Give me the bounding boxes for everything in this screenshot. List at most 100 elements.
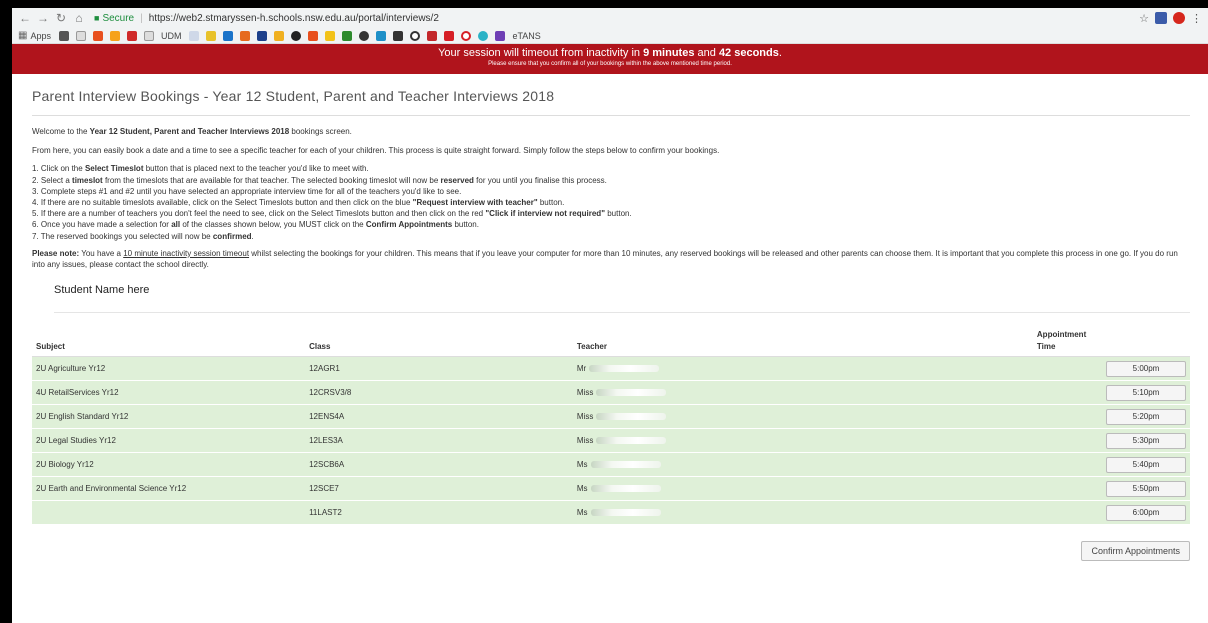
step-item: 6. Once you have made a selection for al… bbox=[32, 220, 479, 230]
header-time: Appointment Time bbox=[1032, 324, 1102, 358]
bookmark-icon[interactable] bbox=[75, 30, 86, 41]
timeslot-button[interactable]: 5:30pm bbox=[1106, 432, 1186, 449]
cell-class: 12SCE7 bbox=[309, 483, 339, 493]
timeslot-button[interactable]: 5:00pm bbox=[1106, 360, 1186, 377]
reload-icon[interactable]: ↻ bbox=[54, 11, 68, 25]
cell-teacher: Miss bbox=[573, 381, 1033, 405]
step-item: 1. Click on the Select Timeslot button t… bbox=[32, 164, 369, 174]
url-text: https://web2.stmaryssen-h.schools.nsw.ed… bbox=[148, 12, 439, 24]
redacted-name bbox=[590, 485, 661, 493]
table-row: 2U Biology Yr12 12SCB6A Ms 5:40pm bbox=[32, 452, 1190, 477]
browser-window: ← → ↻ ⌂ ■ Secure | https://web2.stmaryss… bbox=[12, 8, 1208, 623]
redacted-name bbox=[589, 365, 660, 373]
bookmark-icon[interactable] bbox=[240, 30, 251, 41]
cell-class: 12ENS4A bbox=[309, 411, 345, 421]
bookmark-icon[interactable] bbox=[444, 30, 455, 41]
timeslot-button[interactable]: 5:10pm bbox=[1106, 384, 1186, 401]
redacted-name bbox=[590, 461, 661, 469]
bookmark-icon[interactable] bbox=[308, 30, 319, 41]
cell-teacher: Ms bbox=[573, 453, 1033, 477]
student-name: Student Name here bbox=[54, 283, 1190, 313]
bookmark-icon[interactable] bbox=[342, 30, 353, 41]
bookmark-icon[interactable] bbox=[126, 30, 137, 41]
bookmark-icon[interactable] bbox=[478, 30, 489, 41]
bookings-table: Subject Class Teacher Appointment Time 2… bbox=[32, 324, 1190, 525]
menu-icon[interactable]: ⋮ bbox=[1191, 12, 1202, 25]
cell-class: 11LAST2 bbox=[309, 507, 342, 517]
header-class: Class bbox=[305, 324, 573, 358]
bookmark-etans[interactable]: eTANS bbox=[512, 31, 540, 41]
bookmark-apps[interactable]: Apps bbox=[30, 31, 51, 41]
redacted-name bbox=[596, 389, 667, 397]
url-field[interactable]: ■ Secure | https://web2.stmaryssen-h.sch… bbox=[94, 10, 1139, 26]
table-row: 2U English Standard Yr12 12ENS4A Miss 5:20p… bbox=[32, 404, 1190, 429]
bookmark-icon[interactable] bbox=[58, 30, 69, 41]
bookmark-icon[interactable] bbox=[410, 30, 421, 41]
bookmark-icon[interactable] bbox=[274, 30, 285, 41]
welcome-text: Welcome to the Year 12 Student, Parent a… bbox=[32, 127, 352, 137]
intro-text: From here, you can easily book a date an… bbox=[32, 145, 720, 155]
cell-subject: 2U Agriculture Yr12 bbox=[36, 363, 106, 373]
bookmark-icon[interactable] bbox=[257, 30, 268, 41]
bookmark-icon[interactable] bbox=[143, 30, 154, 41]
cell-subject: 2U Earth and Environmental Science Yr12 bbox=[36, 483, 187, 493]
header-teacher: Teacher bbox=[572, 324, 1033, 358]
bookmark-icon[interactable] bbox=[92, 30, 103, 41]
bookmark-udm[interactable]: UDM bbox=[161, 31, 182, 41]
back-icon[interactable]: ← bbox=[18, 11, 32, 25]
step-item: 7. The reserved bookings you selected wi… bbox=[32, 231, 254, 241]
page-title: Parent Interview Bookings - Year 12 Stud… bbox=[32, 74, 1190, 117]
step-item: 3. Complete steps #1 and #2 until you ha… bbox=[32, 186, 462, 196]
home-icon[interactable]: ⌂ bbox=[72, 11, 86, 25]
bookmarks-bar: ▦ Apps UDM eTANS bbox=[12, 28, 1208, 44]
note-text: Please note: You have a 10 minute inacti… bbox=[32, 248, 1178, 270]
redacted-name bbox=[596, 413, 667, 421]
table-row: 2U Legal Studies Yr12 12LES3A Miss 5:30pm bbox=[32, 428, 1190, 453]
bookmark-icon[interactable] bbox=[109, 30, 120, 41]
cell-class: 12AGR1 bbox=[309, 363, 340, 373]
timeslot-button[interactable]: 6:00pm bbox=[1106, 504, 1186, 521]
bookmark-icon[interactable] bbox=[495, 30, 506, 41]
cell-subject: 2U English Standard Yr12 bbox=[36, 411, 129, 421]
lock-icon: ■ bbox=[94, 13, 100, 23]
extension-icon[interactable] bbox=[1155, 12, 1167, 24]
star-icon[interactable]: ☆ bbox=[1139, 12, 1149, 25]
timeslot-button[interactable]: 5:50pm bbox=[1106, 480, 1186, 497]
bookmark-icon[interactable] bbox=[461, 30, 472, 41]
bookmark-icon[interactable] bbox=[393, 30, 404, 41]
cell-teacher: Miss bbox=[573, 405, 1033, 429]
cell-teacher: Miss bbox=[573, 429, 1033, 453]
bookmark-icon[interactable] bbox=[223, 30, 234, 41]
opera-icon[interactable] bbox=[1173, 12, 1185, 24]
cell-class: 12CRSV3/8 bbox=[309, 387, 352, 397]
bookmark-icon[interactable] bbox=[291, 30, 302, 41]
bookmark-icon[interactable] bbox=[189, 30, 200, 41]
cell-subject bbox=[32, 501, 305, 525]
cell-teacher: Ms bbox=[573, 477, 1033, 501]
forward-icon[interactable]: → bbox=[36, 11, 50, 25]
secure-label: Secure bbox=[102, 12, 135, 24]
table-row: 11LAST2 Ms 6:00pm bbox=[32, 500, 1190, 525]
table-row: 2U Earth and Environmental Science Yr12 1… bbox=[32, 476, 1190, 501]
steps-list: 1. Click on the Select Timeslot button t… bbox=[32, 163, 1190, 241]
cell-subject: 4U RetailServices Yr12 bbox=[36, 387, 119, 397]
timeout-minutes: 9 minutes bbox=[643, 47, 695, 59]
bookmark-icon[interactable] bbox=[325, 30, 336, 41]
main-content: Parent Interview Bookings - Year 12 Stud… bbox=[12, 74, 1208, 562]
session-timeout-banner: Your session will timeout from inactivit… bbox=[12, 44, 1208, 74]
bookmark-icon[interactable] bbox=[359, 30, 370, 41]
timeout-link[interactable]: 10 minute inactivity session timeout bbox=[123, 249, 249, 258]
cell-class: 12LES3A bbox=[309, 435, 343, 445]
bookmark-icon[interactable] bbox=[376, 30, 387, 41]
cell-subject: 2U Biology Yr12 bbox=[36, 459, 94, 469]
apps-icon[interactable]: ▦ bbox=[18, 30, 27, 41]
banner-subtext: Please ensure that you confirm all of yo… bbox=[488, 61, 732, 67]
confirm-appointments-button[interactable]: Confirm Appointments bbox=[1081, 541, 1190, 562]
bookmark-icon[interactable] bbox=[427, 30, 438, 41]
bookmark-icon[interactable] bbox=[206, 30, 217, 41]
header-subject: Subject bbox=[32, 324, 306, 358]
step-item: 5. If there are a number of teachers you… bbox=[32, 209, 632, 219]
timeslot-button[interactable]: 5:40pm bbox=[1106, 456, 1186, 473]
table-row: 4U RetailServices Yr12 12CRSV3/8 Miss 5:10p… bbox=[32, 380, 1190, 405]
timeslot-button[interactable]: 5:20pm bbox=[1106, 408, 1186, 425]
